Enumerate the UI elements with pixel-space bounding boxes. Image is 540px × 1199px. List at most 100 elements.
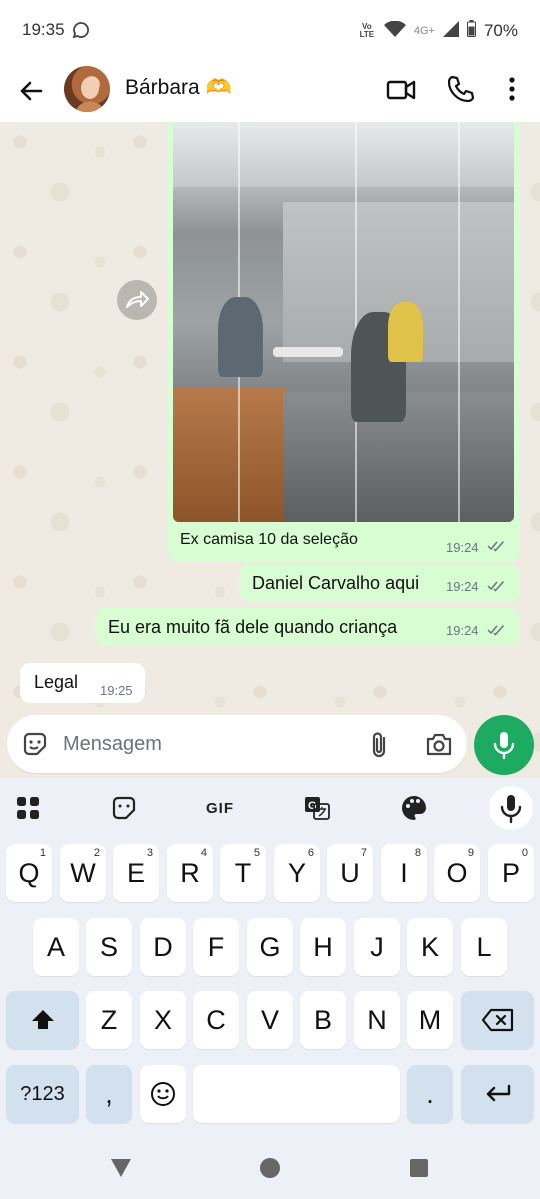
forward-button[interactable]	[117, 280, 157, 320]
chat-notification-icon	[72, 21, 90, 44]
keyboard-sticker-button[interactable]	[104, 790, 144, 826]
backspace-icon	[481, 1008, 513, 1032]
space-key[interactable]	[193, 1065, 400, 1123]
key-f[interactable]: F	[193, 918, 239, 976]
palette-icon	[402, 796, 426, 820]
paperclip-icon	[372, 732, 386, 758]
enter-arrow-icon	[486, 1084, 510, 1102]
key-j[interactable]: J	[354, 918, 400, 976]
message-text: Eu era muito fã dele quando criança	[108, 617, 398, 637]
read-receipt-icon	[487, 625, 505, 636]
signal-icon	[442, 20, 459, 42]
key-b[interactable]: B	[300, 991, 346, 1049]
video-call-button[interactable]	[385, 74, 417, 106]
sticker-face-icon	[23, 732, 47, 756]
message-bubble[interactable]: Legal 19:25	[20, 663, 145, 703]
key-r[interactable]: R4	[167, 844, 213, 902]
message-time: 19:25	[100, 683, 133, 698]
voice-call-button[interactable]	[446, 74, 476, 104]
enter-key[interactable]	[461, 1065, 534, 1123]
key-q[interactable]: Q1	[6, 844, 52, 902]
period-key[interactable]: .	[407, 1065, 453, 1123]
backspace-key[interactable]	[461, 991, 534, 1049]
network-type: 4G+	[413, 25, 435, 37]
key-z[interactable]: Z	[86, 991, 132, 1049]
status-time: 19:35	[22, 20, 65, 39]
key-v[interactable]: V	[247, 991, 293, 1049]
shift-key[interactable]	[6, 991, 79, 1049]
gif-label: GIF	[206, 799, 234, 817]
key-c[interactable]: C	[193, 991, 239, 1049]
key-x[interactable]: X	[140, 991, 186, 1049]
camera-button[interactable]	[425, 731, 453, 757]
message-photo[interactable]	[173, 122, 514, 522]
camera-icon	[426, 733, 452, 756]
chat-header: Bárbara 🫶	[0, 62, 540, 122]
key-w[interactable]: W2	[60, 844, 106, 902]
avatar[interactable]	[64, 66, 110, 112]
key-t[interactable]: T5	[220, 844, 266, 902]
video-camera-icon	[386, 80, 416, 100]
battery-percent: 70%	[483, 21, 518, 40]
svg-text:G: G	[308, 800, 317, 812]
key-i[interactable]: I8	[381, 844, 427, 902]
phone-icon	[447, 75, 475, 103]
message-text: Ex camisa 10 da seleção	[180, 531, 358, 548]
key-g[interactable]: G	[247, 918, 293, 976]
grid-apps-icon	[17, 797, 39, 819]
key-u[interactable]: U7	[327, 844, 373, 902]
emoji-button[interactable]	[21, 730, 49, 758]
emoji-key[interactable]	[140, 1065, 186, 1123]
nav-recents-icon[interactable]	[409, 1158, 429, 1178]
volte-indicator: Vo LTE	[359, 22, 375, 39]
back-button[interactable]	[14, 74, 48, 108]
shift-arrow-icon	[31, 1010, 54, 1029]
message-bubble[interactable]: Daniel Carvalho aqui 19:24	[239, 564, 520, 602]
key-k[interactable]: K	[407, 918, 453, 976]
contact-name[interactable]: Bárbara 🫶	[125, 76, 232, 100]
image-message-bubble[interactable]: Ex camisa 10 da seleção 19:24	[168, 122, 520, 562]
keyboard-theme-button[interactable]	[394, 790, 434, 826]
comma-key[interactable]: ,	[86, 1065, 132, 1123]
key-l[interactable]: L	[461, 918, 507, 976]
message-bubble[interactable]: Eu era muito fã dele quando criança 19:2…	[95, 608, 520, 646]
read-receipt-icon	[487, 581, 505, 592]
key-s[interactable]: S	[86, 918, 132, 976]
arrow-left-icon	[20, 81, 43, 101]
message-text: Daniel Carvalho aqui	[252, 573, 420, 593]
message-text: Legal	[34, 672, 79, 692]
keyboard-translate-button[interactable]: G	[297, 790, 337, 826]
key-d[interactable]: D	[140, 918, 186, 976]
key-h[interactable]: H	[300, 918, 346, 976]
voice-message-button[interactable]	[474, 715, 534, 775]
more-options-button[interactable]	[500, 74, 524, 104]
key-n[interactable]: N	[354, 991, 400, 1049]
key-a[interactable]: A	[33, 918, 79, 976]
microphone-icon	[500, 795, 522, 824]
attach-button[interactable]	[367, 730, 391, 760]
status-indicators: Vo LTE 4G+ 70%	[358, 20, 518, 42]
key-p[interactable]: P0	[488, 844, 534, 902]
wifi-icon	[383, 20, 406, 42]
message-input[interactable]	[63, 725, 343, 763]
nav-back-icon[interactable]	[109, 1157, 133, 1179]
message-input-container	[7, 715, 467, 773]
key-m[interactable]: M	[407, 991, 453, 1049]
battery-icon	[466, 20, 476, 42]
symbols-key[interactable]: ?123	[6, 1065, 79, 1123]
status-bar: 19:35 Vo LTE 4G+ 70%	[0, 0, 540, 62]
key-e[interactable]: E3	[113, 844, 159, 902]
composer	[0, 713, 540, 778]
keyboard-voice-button[interactable]	[489, 786, 533, 830]
chat-messages[interactable]: Ex camisa 10 da seleção 19:24 Daniel Car…	[0, 122, 540, 778]
keyboard-apps-button[interactable]	[8, 790, 48, 826]
translate-icon: G	[305, 797, 330, 820]
microphone-icon	[493, 732, 515, 760]
read-receipt-icon	[487, 541, 505, 552]
key-o[interactable]: O9	[434, 844, 480, 902]
nav-home-icon[interactable]	[259, 1157, 281, 1179]
key-y[interactable]: Y6	[274, 844, 320, 902]
sticker-icon	[112, 796, 136, 820]
message-time: 19:24	[446, 623, 479, 638]
keyboard-gif-button[interactable]: GIF	[200, 790, 240, 826]
